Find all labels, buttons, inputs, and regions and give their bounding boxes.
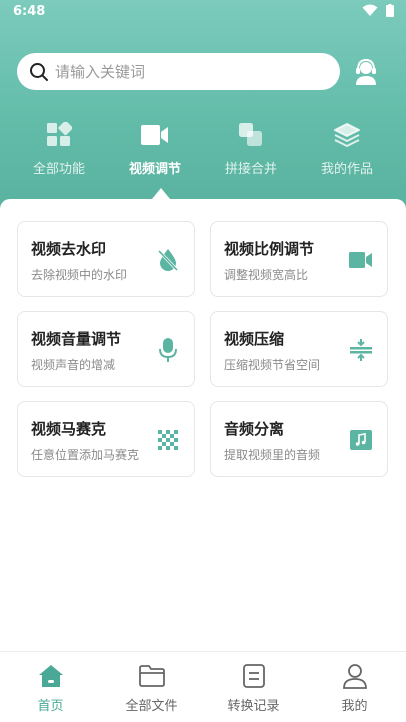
music-note-icon	[348, 427, 374, 453]
microphone-icon	[155, 337, 181, 363]
tab-label: 拼接合并	[224, 162, 277, 177]
nav-label: 转换记录	[227, 699, 280, 714]
tab-label: 全部功能	[32, 162, 85, 177]
nav-conversion-records[interactable]: 转换记录	[203, 662, 304, 714]
battery-icon	[386, 4, 394, 17]
headset-icon	[356, 58, 376, 85]
video-camera-icon	[348, 247, 374, 273]
feature-card-aspect-ratio[interactable]: 视频比例调节 调整视频宽高比	[210, 221, 388, 297]
status-icons	[362, 4, 394, 17]
tab-merge[interactable]: 拼接合并	[201, 118, 301, 177]
card-title: 视频音量调节	[31, 330, 122, 348]
feature-card-remove-watermark[interactable]: 视频去水印 去除视频中的水印	[17, 221, 195, 297]
search-icon	[29, 62, 49, 82]
user-icon	[304, 662, 405, 690]
wifi-icon	[362, 4, 378, 16]
home-icon	[0, 662, 101, 690]
feature-card-volume[interactable]: 视频音量调节 视频声音的增减	[17, 311, 195, 387]
grid-icon	[9, 118, 109, 152]
nav-label: 全部文件	[125, 699, 178, 714]
card-title: 视频压缩	[224, 330, 285, 348]
tab-all-features[interactable]: 全部功能	[9, 118, 109, 177]
nav-mine[interactable]: 我的	[304, 662, 405, 714]
merge-icon	[201, 118, 301, 152]
card-desc: 任意位置添加马赛克	[31, 448, 140, 462]
card-desc: 调整视频宽高比	[224, 268, 309, 282]
tab-label: 视频调节	[128, 162, 181, 177]
layers-icon	[297, 118, 397, 152]
compress-icon	[348, 337, 374, 363]
feature-card-compress[interactable]: 视频压缩 压缩视频节省空间	[210, 311, 388, 387]
tab-my-works[interactable]: 我的作品	[297, 118, 397, 177]
category-tabs: 全部功能 视频调节 拼接合并 我的作品	[0, 118, 406, 188]
status-bar: 6:48	[0, 0, 406, 24]
tab-label: 我的作品	[320, 162, 373, 177]
card-title: 视频比例调节	[224, 240, 315, 258]
nav-home[interactable]: 首页	[0, 662, 101, 714]
bottom-navigation: 首页 全部文件 转换记录 我的	[0, 651, 406, 722]
card-desc: 去除视频中的水印	[31, 268, 128, 282]
feature-card-audio-extract[interactable]: 音频分离 提取视频里的音频	[210, 401, 388, 477]
card-desc: 压缩视频节省空间	[224, 358, 321, 372]
active-tab-indicator	[152, 188, 170, 199]
card-title: 音频分离	[224, 420, 285, 438]
tab-video-adjust[interactable]: 视频调节	[105, 118, 205, 177]
search-placeholder: 请输入关键词	[55, 63, 146, 81]
card-title: 视频去水印	[31, 240, 107, 258]
record-icon	[203, 662, 304, 690]
feature-panel: 视频去水印 去除视频中的水印 视频比例调节 调整视频宽高比 视频音量调节 视频声…	[0, 199, 406, 651]
folder-icon	[101, 662, 202, 690]
video-camera-icon	[105, 118, 205, 152]
nav-all-files[interactable]: 全部文件	[101, 662, 202, 714]
search-input[interactable]: 请输入关键词	[17, 53, 340, 90]
status-time: 6:48	[13, 4, 46, 19]
card-desc: 提取视频里的音频	[224, 448, 321, 462]
card-title: 视频马赛克	[31, 420, 107, 438]
mosaic-icon	[155, 427, 181, 453]
nav-label: 我的	[341, 699, 368, 714]
customer-service-button[interactable]	[351, 57, 381, 87]
card-desc: 视频声音的增减	[31, 358, 116, 372]
feature-card-mosaic[interactable]: 视频马赛克 任意位置添加马赛克	[17, 401, 195, 477]
no-watermark-icon	[155, 247, 181, 273]
nav-label: 首页	[37, 699, 64, 714]
